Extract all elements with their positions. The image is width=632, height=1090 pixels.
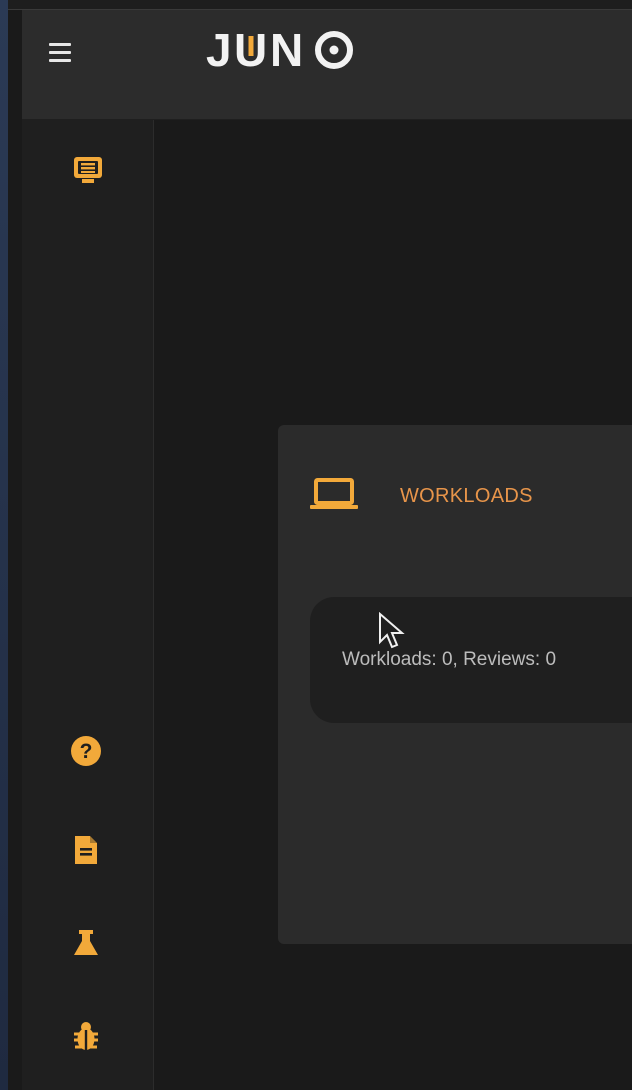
laptop-icon: [310, 477, 360, 513]
svg-text:N: N: [270, 24, 304, 74]
svg-text:J: J: [206, 24, 233, 74]
workloads-card: WORKLOADS Workloads: 0, Reviews: 0: [278, 425, 632, 944]
hamburger-menu-icon[interactable]: [44, 36, 76, 68]
mouse-cursor-icon: [379, 612, 405, 649]
svg-text:?: ?: [80, 740, 93, 763]
flask-icon[interactable]: [66, 923, 106, 963]
app-header: J U N: [22, 10, 632, 120]
window-top-edge: [8, 0, 632, 10]
bug-icon[interactable]: [66, 1017, 106, 1057]
help-question-icon[interactable]: ?: [66, 731, 106, 771]
juno-logo[interactable]: J U N: [206, 24, 384, 74]
juno-logo-icon: J U N: [206, 24, 353, 74]
workloads-summary-text: Workloads: 0, Reviews: 0: [342, 649, 557, 670]
monitor-list-icon[interactable]: [68, 150, 108, 190]
main-content: WORKLOADS Workloads: 0, Reviews: 0: [154, 120, 632, 1090]
card-title: WORKLOADS: [400, 485, 533, 507]
desktop-edge: [0, 0, 8, 1090]
document-icon[interactable]: [66, 830, 106, 870]
sidebar: ?: [22, 120, 154, 1090]
workloads-summary-panel: Workloads: 0, Reviews: 0: [310, 597, 632, 723]
